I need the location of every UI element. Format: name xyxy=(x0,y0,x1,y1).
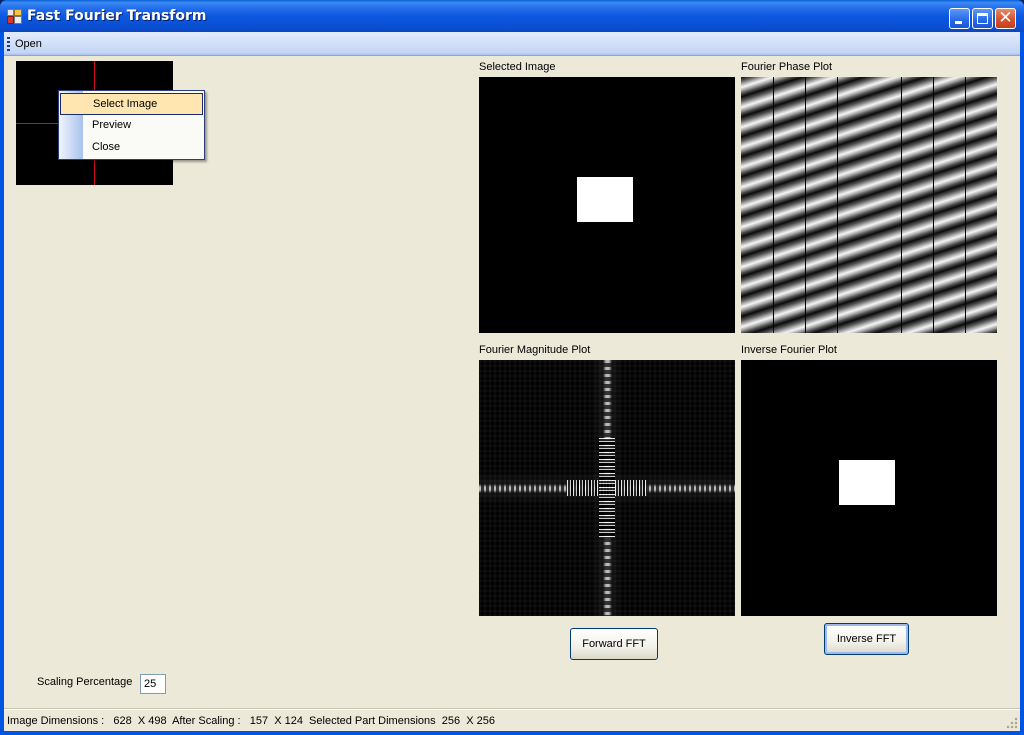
scaling-percentage-input[interactable]: 25 xyxy=(140,674,166,694)
toolstrip-grip-icon[interactable] xyxy=(7,37,10,51)
context-menu: Select Image Preview Close xyxy=(58,90,205,160)
forward-fft-button[interactable]: Forward FFT xyxy=(570,628,658,660)
app-icon[interactable] xyxy=(7,9,23,24)
context-menu-item-preview[interactable]: Preview xyxy=(59,115,204,137)
context-menu-item-select-image[interactable]: Select Image xyxy=(60,93,203,115)
app-window: Fast Fourier Transform ✕ Open Select Ima… xyxy=(0,0,1024,735)
window-title: Fast Fourier Transform xyxy=(27,8,207,24)
maximize-button[interactable] xyxy=(972,8,993,29)
resize-grip-icon[interactable] xyxy=(1006,717,1018,729)
magnitude-plot-label: Fourier Magnitude Plot xyxy=(479,344,591,356)
selected-image-panel xyxy=(479,77,735,333)
minimize-icon xyxy=(955,21,962,24)
magnitude-plot-panel xyxy=(479,360,735,616)
scaling-percentage-label: Scaling Percentage xyxy=(37,676,133,688)
close-icon: ✕ xyxy=(998,8,1013,28)
client-area: Open Select Image Preview Close Selected… xyxy=(4,32,1020,731)
title-bar[interactable]: Fast Fourier Transform ✕ xyxy=(0,0,1024,32)
minimize-button[interactable] xyxy=(949,8,970,29)
selected-image-label: Selected Image xyxy=(479,61,556,73)
inverse-plot-panel xyxy=(741,360,997,616)
phase-plot-label: Fourier Phase Plot xyxy=(741,61,833,73)
inverse-plot-label: Inverse Fourier Plot xyxy=(741,344,837,356)
inverse-fft-button[interactable]: Inverse FFT xyxy=(824,623,909,655)
menu-item-open[interactable]: Open xyxy=(15,38,42,50)
status-text: Image Dimensions : 628 X 498 After Scali… xyxy=(7,715,495,727)
maximize-icon xyxy=(977,13,988,24)
selected-image-white-rectangle xyxy=(577,177,633,222)
inverse-image-white-rectangle xyxy=(839,460,895,505)
close-button[interactable]: ✕ xyxy=(995,8,1016,29)
menu-bar: Open xyxy=(4,32,1020,56)
phase-plot-panel xyxy=(741,77,997,333)
status-bar: Image Dimensions : 628 X 498 After Scali… xyxy=(4,708,1020,731)
context-menu-item-close[interactable]: Close xyxy=(59,137,204,159)
